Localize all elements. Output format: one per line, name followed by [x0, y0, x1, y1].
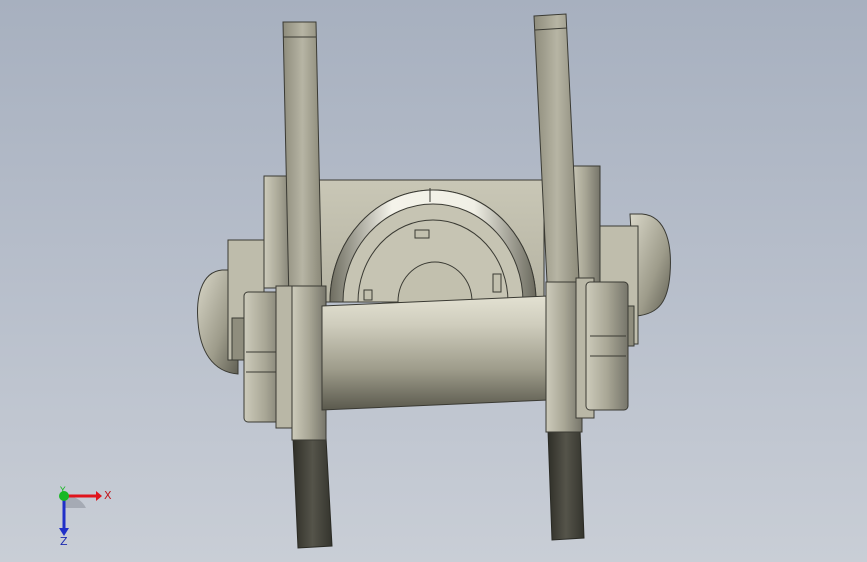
main-shaft-cylinder[interactable] [321, 295, 549, 411]
x-axis-label: X [104, 489, 112, 502]
y-axis-label: Y [59, 486, 66, 496]
left-flange[interactable] [243, 285, 327, 441]
right-flange[interactable] [545, 277, 629, 433]
z-axis-label: Z [60, 535, 68, 548]
graphics-viewport[interactable]: X Y Z [0, 0, 867, 562]
coordinate-triad: X Y Z [59, 486, 112, 548]
3d-model-view[interactable] [0, 0, 867, 562]
